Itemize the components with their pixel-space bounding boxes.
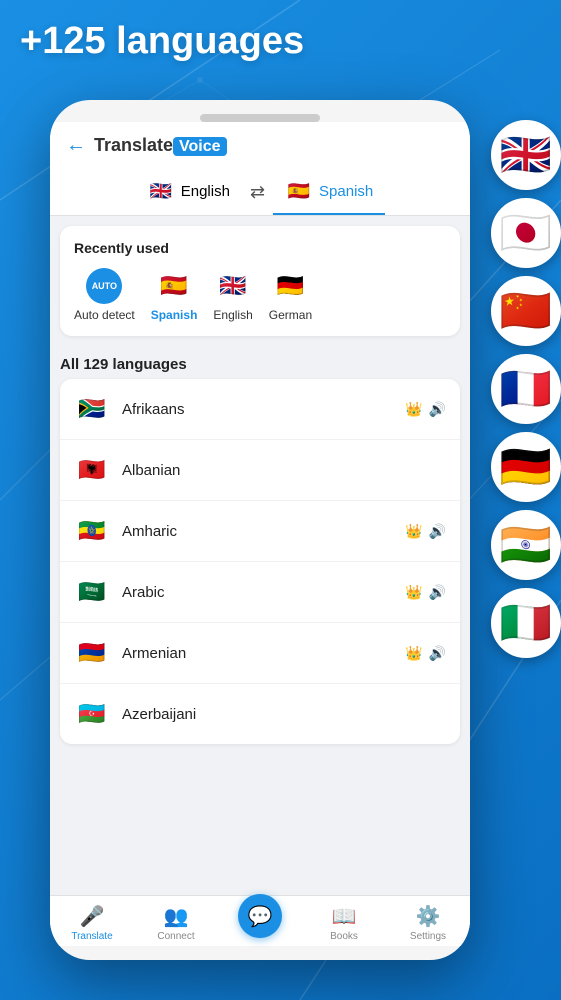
albanian-label: Albanian [122,462,446,479]
voice-icon-afrikaans: 🔊 [429,401,446,418]
floating-flag-in: 🇮🇳 [491,510,561,580]
lang-item-arabic[interactable]: 🇸🇦 Arabic 👑 🔊 [60,562,460,623]
lang-from-button[interactable]: 🇬🇧 English [135,169,242,215]
armenian-label: Armenian [122,645,405,662]
phone-frame: ← TranslateVoice 🇬🇧 English ⇄ 🇪🇸 Spanish [50,100,470,960]
spanish-label: Spanish [151,308,198,322]
floating-flag-de: 🇩🇪 [491,432,561,502]
azerbaijani-label: Azerbaijani [122,706,446,723]
app-content: ← TranslateVoice 🇬🇧 English ⇄ 🇪🇸 Spanish [50,122,470,946]
floating-flag-uk: 🇬🇧 [491,120,561,190]
recent-german[interactable]: 🇩🇪 German [269,268,312,322]
amharic-icons: 👑 🔊 [405,523,446,540]
lang-item-afrikaans[interactable]: 🇿🇦 Afrikaans 👑 🔊 [60,379,460,440]
swap-languages-button[interactable]: ⇄ [250,182,265,203]
recent-langs-list: AUTO Auto detect 🇪🇸 Spanish 🇬🇧 English 🇩… [74,268,446,322]
lang-to-button[interactable]: 🇪🇸 Spanish [273,169,385,215]
translate-nav-label: Translate [71,931,112,942]
recent-auto-detect[interactable]: AUTO Auto detect [74,268,135,322]
crown-icon-armenian: 👑 [405,645,422,662]
recently-used-section: Recently used AUTO Auto detect 🇪🇸 Spanis… [60,226,460,336]
all-languages-title: All 129 languages [60,356,460,373]
voice-icon-arabic: 🔊 [429,584,446,601]
flag-recent-german: 🇩🇪 [272,268,308,304]
spacer [50,748,470,895]
recently-used-title: Recently used [74,240,446,256]
lang-item-armenian[interactable]: 🇦🇲 Armenian 👑 🔊 [60,623,460,684]
crown-icon-afrikaans: 👑 [405,401,422,418]
arabic-icons: 👑 🔊 [405,584,446,601]
connect-nav-label: Connect [157,931,194,942]
flag-recent-spanish: 🇪🇸 [156,268,192,304]
chat-icon: 💬 [248,904,273,929]
back-button[interactable]: ← [66,134,86,157]
flag-english: 🇬🇧 [147,177,175,205]
app-title-translate: Translate [94,135,173,155]
recent-spanish[interactable]: 🇪🇸 Spanish [151,268,198,322]
flag-azerbaijani: 🇦🇿 [74,696,110,732]
auto-detect-label: Auto detect [74,308,135,322]
recent-english[interactable]: 🇬🇧 English [213,268,252,322]
nav-chat[interactable]: 💬 [218,904,302,942]
flag-albanian: 🇦🇱 [74,452,110,488]
connect-icon: 👥 [164,904,189,929]
floating-flag-it: 🇮🇹 [491,588,561,658]
lang-item-albanian[interactable]: 🇦🇱 Albanian [60,440,460,501]
chat-button[interactable]: 💬 [238,894,282,938]
lang-from-label: English [181,183,230,200]
armenian-icons: 👑 🔊 [405,645,446,662]
books-icon: 📖 [332,904,357,929]
floating-flag-fr: 🇫🇷 [491,354,561,424]
all-languages-section: All 129 languages 🇿🇦 Afrikaans 👑 🔊 🇦🇱 Al… [50,346,470,748]
app-title: TranslateVoice [94,135,227,156]
afrikaans-label: Afrikaans [122,401,405,418]
nav-settings[interactable]: ⚙️ Settings [386,904,470,942]
flag-arabic: 🇸🇦 [74,574,110,610]
floating-flag-jp: 🇯🇵 [491,198,561,268]
floating-flags: 🇬🇧 🇯🇵 🇨🇳 🇫🇷 🇩🇪 🇮🇳 🇮🇹 [491,120,561,664]
phone-notch [200,114,320,122]
bottom-navigation: 🎤 Translate 👥 Connect 💬 📖 Books ⚙️ Setti… [50,895,470,946]
nav-connect[interactable]: 👥 Connect [134,904,218,942]
promo-title: +125 languages [20,20,304,63]
nav-books[interactable]: 📖 Books [302,904,386,942]
lang-item-amharic[interactable]: 🇪🇹 Amharic 👑 🔊 [60,501,460,562]
arabic-label: Arabic [122,584,405,601]
german-label: German [269,308,312,322]
flag-armenian: 🇦🇲 [74,635,110,671]
settings-icon: ⚙️ [416,904,441,929]
language-selector: 🇬🇧 English ⇄ 🇪🇸 Spanish [66,169,454,215]
app-title-row: ← TranslateVoice [66,134,454,157]
lang-to-label: Spanish [319,183,373,200]
crown-icon-arabic: 👑 [405,584,422,601]
app-title-voice: Voice [173,137,227,156]
settings-nav-label: Settings [410,931,446,942]
voice-icon-armenian: 🔊 [429,645,446,662]
afrikaans-icons: 👑 🔊 [405,401,446,418]
app-header: ← TranslateVoice 🇬🇧 English ⇄ 🇪🇸 Spanish [50,122,470,216]
flag-amharic: 🇪🇹 [74,513,110,549]
mic-icon: 🎤 [80,904,105,929]
flag-recent-english: 🇬🇧 [215,268,251,304]
voice-icon-amharic: 🔊 [429,523,446,540]
english-label: English [213,308,252,322]
crown-icon-amharic: 👑 [405,523,422,540]
nav-translate[interactable]: 🎤 Translate [50,904,134,942]
books-nav-label: Books [330,931,358,942]
language-list: 🇿🇦 Afrikaans 👑 🔊 🇦🇱 Albanian 🇪🇹 Amharic [60,379,460,744]
floating-flag-cn: 🇨🇳 [491,276,561,346]
flag-afrikaans: 🇿🇦 [74,391,110,427]
auto-detect-badge: AUTO [86,268,122,304]
lang-item-azerbaijani[interactable]: 🇦🇿 Azerbaijani [60,684,460,744]
amharic-label: Amharic [122,523,405,540]
flag-spanish: 🇪🇸 [285,177,313,205]
